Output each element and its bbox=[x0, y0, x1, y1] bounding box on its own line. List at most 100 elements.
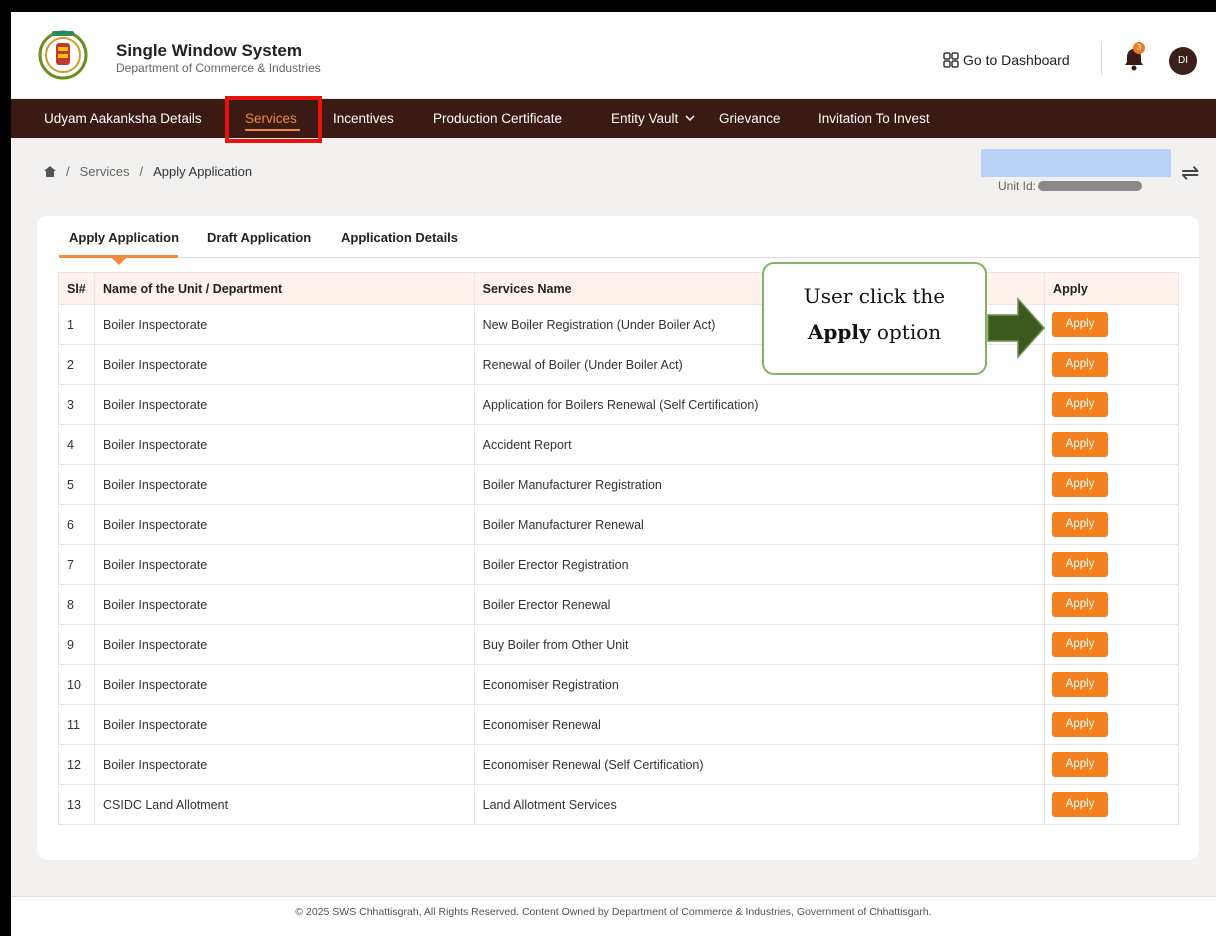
breadcrumb-separator: / bbox=[139, 164, 144, 179]
callout-line1: User click the bbox=[803, 284, 946, 308]
cell-sl: 7 bbox=[58, 544, 95, 585]
unit-id-label: Unit Id: bbox=[998, 179, 1037, 193]
apply-button[interactable]: Apply bbox=[1052, 472, 1109, 497]
cell-apply: Apply bbox=[1044, 344, 1179, 385]
apply-button[interactable]: Apply bbox=[1052, 312, 1109, 337]
cell-service: Economiser Renewal bbox=[473, 704, 1046, 745]
breadcrumb-services[interactable]: Services bbox=[80, 164, 130, 179]
cell-apply: Apply bbox=[1044, 704, 1179, 745]
col-header-apply: Apply bbox=[1044, 272, 1179, 305]
cell-sl: 11 bbox=[58, 704, 95, 745]
emblem-logo bbox=[38, 30, 88, 80]
home-icon[interactable] bbox=[44, 166, 56, 177]
nav-item-grievance[interactable]: Grievance bbox=[719, 99, 781, 138]
entity-vault-label: Entity Vault bbox=[611, 111, 679, 126]
apply-button[interactable]: Apply bbox=[1052, 712, 1109, 737]
go-to-dashboard-label: Go to Dashboard bbox=[963, 52, 1070, 68]
apply-button[interactable]: Apply bbox=[1052, 352, 1109, 377]
breadcrumb-separator: / bbox=[66, 164, 70, 179]
app-subtitle: Department of Commerce & Industries bbox=[116, 61, 321, 75]
cell-sl: 10 bbox=[58, 664, 95, 705]
breadcrumb: / Services / Apply Application bbox=[44, 164, 252, 179]
cell-service: Accident Report bbox=[473, 424, 1046, 465]
cell-service: Application for Boilers Renewal (Self Ce… bbox=[473, 384, 1046, 425]
cell-unit: Boiler Inspectorate bbox=[93, 584, 475, 625]
nav-item-incentives[interactable]: Incentives bbox=[333, 99, 394, 138]
cell-apply: Apply bbox=[1044, 464, 1179, 505]
cell-apply: Apply bbox=[1044, 624, 1179, 665]
table-row: 5 Boiler Inspectorate Boiler Manufacturer … bbox=[58, 464, 1179, 505]
avatar[interactable]: DI bbox=[1169, 47, 1197, 75]
header-divider bbox=[1101, 42, 1102, 76]
go-to-dashboard-button[interactable]: Go to Dashboard bbox=[943, 52, 1070, 68]
swap-icon[interactable]: ⇌ bbox=[1181, 160, 1199, 186]
cell-unit: Boiler Inspectorate bbox=[93, 504, 475, 545]
cell-sl: 13 bbox=[58, 784, 95, 825]
apply-button[interactable]: Apply bbox=[1052, 752, 1109, 777]
callout-rest: option bbox=[870, 320, 942, 344]
cell-sl: 4 bbox=[58, 424, 95, 465]
app-frame: Single Window System Department of Comme… bbox=[11, 12, 1216, 936]
cell-apply: Apply bbox=[1044, 384, 1179, 425]
cell-apply: Apply bbox=[1044, 744, 1179, 785]
apply-button[interactable]: Apply bbox=[1052, 392, 1109, 417]
cell-service: Boiler Erector Registration bbox=[473, 544, 1046, 585]
cell-unit: Boiler Inspectorate bbox=[93, 424, 475, 465]
tab-draft-application[interactable]: Draft Application bbox=[207, 228, 311, 258]
apply-button[interactable]: Apply bbox=[1052, 432, 1109, 457]
grid-icon bbox=[943, 52, 959, 68]
apply-button[interactable]: Apply bbox=[1052, 672, 1109, 697]
unit-id-redacted bbox=[1038, 181, 1143, 191]
apply-button[interactable]: Apply bbox=[1052, 512, 1109, 537]
cell-unit: Boiler Inspectorate bbox=[93, 664, 475, 705]
breadcrumb-current: Apply Application bbox=[153, 164, 253, 179]
apply-button[interactable]: Apply bbox=[1052, 552, 1109, 577]
cell-unit: CSIDC Land Allotment bbox=[93, 784, 475, 825]
col-header-sl: Sl# bbox=[58, 272, 95, 305]
callout-line2: Apply option bbox=[764, 320, 985, 344]
cell-sl: 12 bbox=[58, 744, 95, 785]
table-row: 10 Boiler Inspectorate Economiser Registra… bbox=[58, 664, 1179, 705]
cell-apply: Apply bbox=[1044, 664, 1179, 705]
col-header-unit: Name of the Unit / Department bbox=[93, 272, 475, 305]
callout-bold: Apply bbox=[807, 320, 871, 344]
table-row: 6 Boiler Inspectorate Boiler Manufacturer … bbox=[58, 504, 1179, 545]
apply-button[interactable]: Apply bbox=[1052, 632, 1109, 657]
cell-service: Buy Boiler from Other Unit bbox=[473, 624, 1046, 665]
nav-item-invitation-to-invest[interactable]: Invitation To Invest bbox=[818, 99, 930, 138]
cell-service: Boiler Manufacturer Registration bbox=[473, 464, 1046, 505]
tab-bar: Apply Application Draft Application Appl… bbox=[59, 228, 1201, 265]
cell-apply: Apply bbox=[1044, 584, 1179, 625]
arrow-right-icon bbox=[987, 297, 1046, 359]
table-row: 12 Boiler Inspectorate Economiser Renewal … bbox=[58, 744, 1179, 785]
cell-sl: 8 bbox=[58, 584, 95, 625]
cell-unit: Boiler Inspectorate bbox=[93, 304, 475, 345]
table-row: 7 Boiler Inspectorate Boiler Erector Regis… bbox=[58, 544, 1179, 585]
cell-apply: Apply bbox=[1044, 424, 1179, 465]
main-nav: Udyam Aakanksha Details Services Incenti… bbox=[11, 99, 1216, 138]
cell-sl: 1 bbox=[58, 304, 95, 345]
apply-button[interactable]: Apply bbox=[1052, 792, 1109, 817]
apply-button[interactable]: Apply bbox=[1052, 592, 1109, 617]
cell-service: Boiler Manufacturer Renewal bbox=[473, 504, 1046, 545]
cell-sl: 9 bbox=[58, 624, 95, 665]
unit-id: Unit Id: bbox=[998, 179, 1143, 193]
services-highlight-box bbox=[225, 96, 322, 143]
nav-item-production-certificate[interactable]: Production Certificate bbox=[433, 99, 562, 138]
cell-unit: Boiler Inspectorate bbox=[93, 464, 475, 505]
cell-sl: 2 bbox=[58, 344, 95, 385]
cell-apply: Apply bbox=[1044, 544, 1179, 585]
table-row: 3 Boiler Inspectorate Application for Boil… bbox=[58, 384, 1179, 425]
cell-service: Land Allotment Services bbox=[473, 784, 1046, 825]
cell-sl: 3 bbox=[58, 384, 95, 425]
tab-apply-application[interactable]: Apply Application bbox=[69, 228, 179, 258]
cell-unit: Boiler Inspectorate bbox=[93, 544, 475, 585]
tab-application-details[interactable]: Application Details bbox=[341, 228, 458, 258]
table-row: 4 Boiler Inspectorate Accident Report Apply bbox=[58, 424, 1179, 465]
cell-service: Economiser Registration bbox=[473, 664, 1046, 705]
nav-item-udyam-aakanksha-details[interactable]: Udyam Aakanksha Details bbox=[44, 99, 202, 138]
nav-item-entity-vault[interactable]: Entity Vault bbox=[611, 99, 696, 138]
chevron-down-icon bbox=[685, 115, 695, 122]
cell-service: Boiler Erector Renewal bbox=[473, 584, 1046, 625]
footer: © 2025 SWS Chhattisgrah, All Rights Rese… bbox=[11, 896, 1216, 936]
